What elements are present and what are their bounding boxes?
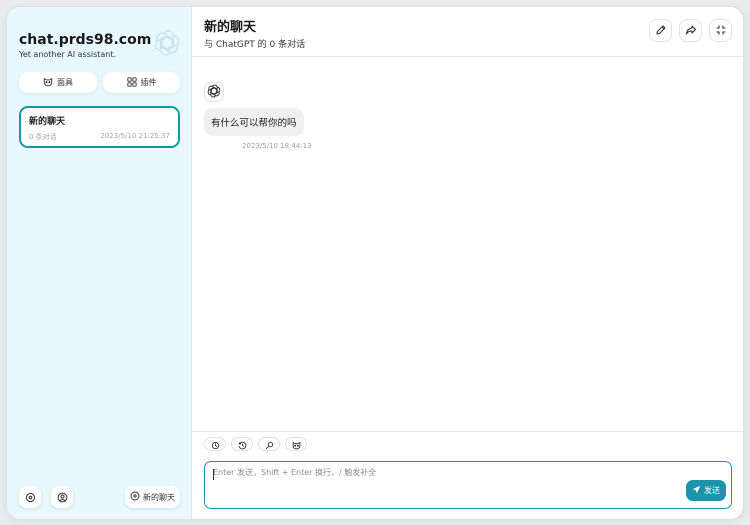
fullscreen-button[interactable]: [709, 19, 732, 42]
mask-button[interactable]: 面具: [19, 72, 97, 93]
assistant-message-bubble: 有什么可以帮你的吗: [204, 108, 304, 136]
sidebar: chat.prds98.com Yet another AI assistant…: [7, 7, 192, 519]
edit-icon: [655, 21, 667, 40]
message-input[interactable]: [213, 467, 683, 503]
composer: 发送: [192, 431, 743, 519]
chat-subtitle: 与 ChatGPT 的 0 条对话: [204, 40, 306, 50]
mask-icon: [292, 435, 301, 454]
new-chat-label: 新的聊天: [143, 492, 175, 502]
send-icon: [692, 485, 701, 496]
plugin-grid-icon: [126, 76, 137, 89]
settings-icon: [25, 488, 36, 507]
prompt-icon: [265, 435, 274, 454]
chat-item-count: 0 条对话: [29, 133, 57, 141]
github-icon: [57, 488, 68, 507]
mask-button-label: 面具: [57, 78, 73, 87]
chat-settings-button[interactable]: [204, 437, 226, 451]
chat-list-item[interactable]: 新的聊天 0 条对话 2023/5/10 21:25:37: [19, 106, 180, 148]
chat-item-time: 2023/5/10 21:25:37: [100, 132, 170, 140]
new-chat-button[interactable]: 新的聊天: [125, 486, 180, 508]
history-icon: [238, 435, 247, 454]
prompt-button[interactable]: [258, 437, 280, 451]
chat-main: 新的聊天 与 ChatGPT 的 0 条对话 有什么可以帮你的吗 2023/5/…: [192, 7, 743, 519]
sidebar-title: chat.prds98.com: [19, 32, 152, 48]
send-button[interactable]: 发送: [686, 480, 726, 501]
add-circle-icon: [130, 491, 140, 503]
openai-logo-icon: [153, 29, 181, 57]
text-caret: [213, 469, 214, 480]
chat-header: 新的聊天 与 ChatGPT 的 0 条对话: [192, 7, 743, 57]
openai-logo-icon: [207, 83, 221, 102]
share-button[interactable]: [679, 19, 702, 42]
sidebar-subtitle: Yet another AI assistant.: [19, 50, 117, 59]
share-icon: [685, 21, 697, 40]
plugin-button-label: 插件: [140, 78, 157, 87]
history-button[interactable]: [231, 437, 253, 451]
assistant-avatar: [204, 82, 224, 102]
chat-item-title: 新的聊天: [29, 117, 66, 127]
edit-button[interactable]: [649, 19, 672, 42]
plugin-button[interactable]: 插件: [103, 72, 180, 93]
app-window: chat.prds98.com Yet another AI assistant…: [6, 6, 744, 520]
fullscreen-icon: [715, 21, 727, 40]
send-button-label: 发送: [704, 486, 720, 495]
chat-title: 新的聊天: [204, 20, 257, 35]
settings-icon: [211, 435, 220, 454]
message-input-box: 发送: [204, 461, 732, 509]
message-timestamp: 2023/5/10 18:44:13: [242, 142, 312, 150]
github-button[interactable]: [51, 486, 73, 508]
mask-select-button[interactable]: [285, 437, 307, 451]
settings-button[interactable]: [19, 486, 41, 508]
mask-icon: [43, 77, 53, 89]
